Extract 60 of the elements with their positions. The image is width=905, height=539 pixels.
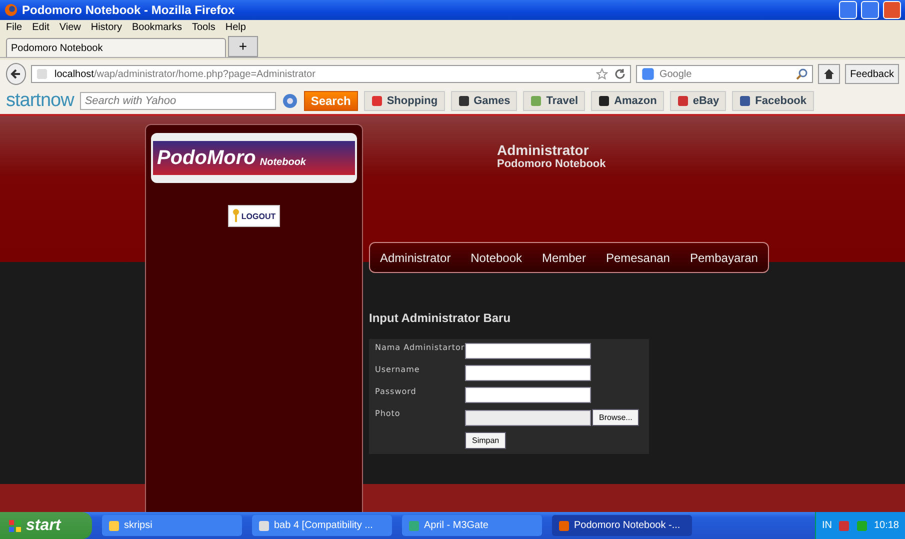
- nav-link[interactable]: Administrator: [380, 250, 451, 264]
- search-icon[interactable]: [796, 68, 808, 80]
- browse-button[interactable]: Browse...: [592, 409, 640, 426]
- star-icon[interactable]: [596, 68, 608, 80]
- taskbar-button[interactable]: April - M3Gate: [402, 515, 542, 536]
- clock: 10:18: [874, 520, 899, 531]
- feedback-button[interactable]: Feedback: [845, 64, 899, 84]
- browser-tab[interactable]: Podomoro Notebook: [6, 38, 226, 57]
- menu-item[interactable]: Bookmarks: [132, 22, 182, 33]
- logout-button[interactable]: LOGOUT: [228, 205, 280, 227]
- save-button[interactable]: Simpan: [465, 432, 506, 449]
- nav-link[interactable]: Pembayaran: [690, 250, 758, 264]
- bookmark-button[interactable]: Travel: [523, 91, 586, 111]
- bookmark-button[interactable]: eBay: [670, 91, 726, 111]
- field-label: Photo: [375, 409, 402, 420]
- close-button[interactable]: [883, 1, 901, 19]
- menu-item[interactable]: View: [59, 22, 81, 33]
- nav-link[interactable]: Pemesanan: [606, 250, 670, 264]
- menu-item[interactable]: Help: [225, 22, 246, 33]
- home-icon: [822, 68, 835, 80]
- menu-item[interactable]: History: [90, 22, 122, 33]
- input-field[interactable]: [465, 387, 591, 403]
- search-field[interactable]: Search with Yahoo: [80, 92, 276, 110]
- input-field[interactable]: [465, 365, 591, 381]
- globe-icon[interactable]: [282, 93, 298, 109]
- bookmark-button[interactable]: Shopping: [364, 91, 445, 111]
- address-field[interactable]: localhost/wap/administrator/home.php?page=Administrator: [31, 65, 632, 83]
- search-field[interactable]: Google: [636, 65, 813, 83]
- input-field[interactable]: [465, 343, 591, 359]
- menu-item[interactable]: Tools: [192, 22, 216, 33]
- reload-icon[interactable]: [614, 68, 626, 80]
- arrow-icon: [10, 68, 22, 80]
- maximize-button[interactable]: [861, 1, 879, 19]
- field-label: Password: [375, 387, 418, 398]
- minimize-button[interactable]: [839, 1, 857, 19]
- menu-item[interactable]: File: [6, 22, 22, 33]
- site-logo: PodoMoro Notebook: [151, 133, 357, 183]
- page-title: Administrator: [497, 142, 590, 158]
- bookmark-button[interactable]: Amazon: [591, 91, 664, 111]
- back-button[interactable]: [6, 63, 26, 85]
- file-field[interactable]: [465, 410, 591, 426]
- language-indicator[interactable]: IN: [822, 520, 832, 531]
- window-title: Podomoro Notebook - Mozilla Firefox: [22, 3, 236, 17]
- form-heading: Input Administrator Baru: [369, 311, 512, 325]
- field-label: Nama Administartor: [375, 343, 465, 354]
- field-label: Username: [375, 365, 421, 376]
- nav-link[interactable]: Member: [542, 250, 586, 264]
- key-icon: [232, 209, 240, 223]
- taskbar-button[interactable]: Podomoro Notebook -...: [552, 515, 692, 536]
- new-tab-button[interactable]: +: [228, 36, 258, 57]
- taskbar-button[interactable]: skripsi: [102, 515, 242, 536]
- windows-logo-icon: [8, 518, 22, 532]
- bookmark-button[interactable]: Facebook: [732, 91, 814, 111]
- bookmark-button[interactable]: Games: [450, 91, 518, 111]
- nav-link[interactable]: Notebook: [470, 250, 522, 264]
- taskbar-button[interactable]: bab 4 [Compatibility ...: [252, 515, 392, 536]
- page-subtitle: Podomoro Notebook: [497, 158, 607, 170]
- menu-item[interactable]: Edit: [32, 22, 50, 33]
- start-button[interactable]: start: [0, 512, 92, 539]
- home-button[interactable]: [818, 64, 840, 84]
